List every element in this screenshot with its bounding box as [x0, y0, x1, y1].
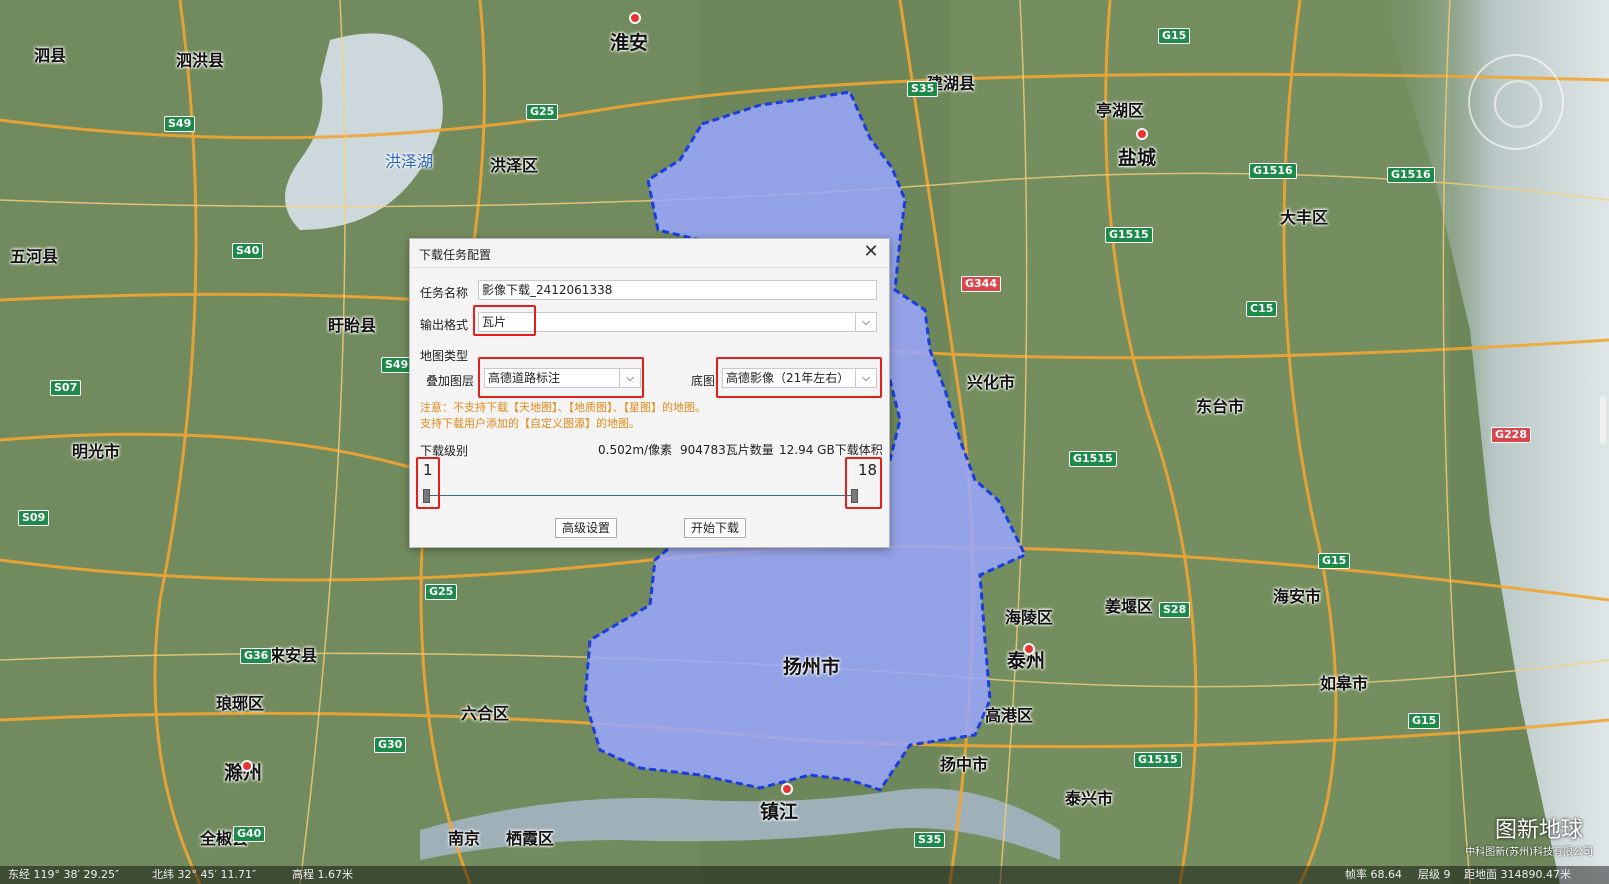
- road-shield: S49: [164, 116, 196, 132]
- road-shield: G25: [425, 584, 458, 600]
- map-label: 五河县: [10, 247, 59, 266]
- task-name-label: 任务名称: [420, 286, 469, 300]
- map-label: 兴化市: [967, 373, 1016, 392]
- map-label: 泗县: [34, 46, 67, 65]
- map-label: 洪泽湖: [385, 152, 434, 171]
- map-label: 镇江: [760, 801, 799, 823]
- compass-widget[interactable]: [1468, 54, 1564, 150]
- city-marker-huaian: [629, 12, 641, 24]
- road-shield: G25: [526, 104, 559, 120]
- elevation-readout: 高程 1.67米: [292, 868, 353, 881]
- road-shield: G15: [1408, 713, 1441, 729]
- map-label: 盐城: [1118, 147, 1157, 169]
- road-shield: G1516: [1249, 163, 1297, 179]
- road-shield: G344: [961, 276, 1001, 292]
- map-label: 泰兴市: [1065, 789, 1114, 808]
- road-shield: G1515: [1105, 227, 1153, 243]
- road-shield: G30: [374, 737, 407, 753]
- map-label: 高港区: [985, 706, 1034, 725]
- resolution-stat: 0.502m/像素: [598, 443, 673, 457]
- city-marker-yancheng: [1136, 128, 1148, 140]
- road-shield: G1516: [1387, 167, 1435, 183]
- map-label: 东台市: [1196, 397, 1245, 416]
- map-label: 洪泽区: [490, 156, 539, 175]
- road-shield: G36: [240, 648, 273, 664]
- latitude-readout: 北纬 32° 45′ 11.71″: [152, 868, 257, 881]
- map-label: 海安市: [1273, 587, 1322, 606]
- dialog-title: 下载任务配置: [419, 248, 492, 262]
- road-shield: G15: [1318, 553, 1351, 569]
- overlay-layer-label: 叠加图层: [426, 374, 475, 388]
- fps-readout: 帧率 68.64: [1345, 868, 1402, 881]
- status-bar: 东经 119° 38′ 29.25″ 北纬 32° 45′ 11.71″ 高程 …: [0, 866, 1609, 884]
- map-label: 盱眙县: [328, 316, 377, 335]
- base-map-highlight: [716, 357, 882, 398]
- road-shield: S07: [50, 380, 82, 396]
- overlay-layer-highlight: [478, 357, 644, 398]
- map-label: 淮安: [610, 32, 649, 54]
- map-label: 如皋市: [1320, 674, 1369, 693]
- city-marker-chuzhou: [241, 760, 253, 772]
- road-shield: S40: [232, 243, 264, 259]
- zoom-scroll-handle[interactable]: [1600, 396, 1606, 444]
- notice-unsupported: 注意：不支持下载【天地图】、【地质图】、【星图】的地图。: [420, 401, 706, 414]
- brand-logo: 图新地球: [1494, 818, 1583, 843]
- road-shield: G40: [233, 826, 266, 842]
- road-shield: G1515: [1069, 451, 1117, 467]
- road-shield: S35: [907, 81, 939, 97]
- road-shield: S09: [18, 510, 50, 526]
- brand-company: 中科图新(苏州)科技有限公司: [1465, 847, 1593, 858]
- base-map-label: 底图: [691, 374, 716, 388]
- road-shield: C15: [1246, 301, 1278, 317]
- title-divider: [410, 267, 889, 268]
- map-type-label: 地图类型: [420, 349, 469, 363]
- city-marker-taizhou: [1023, 643, 1035, 655]
- chevron-down-icon[interactable]: ⌵: [855, 313, 876, 331]
- road-shield: S49: [381, 357, 413, 373]
- download-task-dialog: 下载任务配置 ✕ 任务名称 影像下载_2412061338 输出格式 瓦片 ⌵ …: [409, 238, 890, 548]
- output-format-highlight: [473, 305, 536, 336]
- map-label: 泗洪县: [176, 51, 225, 70]
- map-label: 六合区: [461, 704, 510, 723]
- task-name-input[interactable]: 影像下载_2412061338: [478, 280, 877, 300]
- map-label: 大丰区: [1280, 208, 1329, 227]
- map-label: 亭湖区: [1096, 101, 1145, 120]
- map-label: 姜堰区: [1105, 597, 1154, 616]
- level-slider-track[interactable]: [425, 495, 855, 496]
- download-size-stat: 12.94 GB下载体积: [779, 443, 883, 457]
- distance-readout: 距地面 314890.47米: [1464, 868, 1571, 881]
- map-label: 扬中市: [940, 755, 989, 774]
- map-label: 扬州市: [783, 656, 841, 678]
- map-label: 琅琊区: [216, 694, 265, 713]
- city-marker-zhenjiang: [781, 783, 793, 795]
- level-max-highlight: [845, 457, 882, 509]
- longitude-readout: 东经 119° 38′ 29.25″: [8, 868, 120, 881]
- road-shield: G228: [1491, 427, 1531, 443]
- road-shield: G1515: [1134, 752, 1182, 768]
- output-format-label: 输出格式: [420, 318, 469, 332]
- map-label: 南京: [448, 829, 481, 848]
- road-shield: G15: [1158, 28, 1191, 44]
- level-readout: 层级 9: [1418, 868, 1451, 881]
- map-label: 海陵区: [1005, 608, 1054, 627]
- advanced-settings-button[interactable]: 高级设置: [555, 518, 617, 538]
- road-shield: S28: [1159, 602, 1191, 618]
- road-shield: S35: [914, 832, 946, 848]
- notice-custom-source: 支持下载用户添加的【自定义图源】的地图。: [420, 417, 640, 430]
- map-label: 栖霞区: [506, 829, 555, 848]
- close-icon[interactable]: ✕: [861, 241, 881, 263]
- level-min-highlight: [416, 457, 440, 509]
- output-format-select[interactable]: 瓦片 ⌵: [478, 312, 877, 332]
- start-download-button[interactable]: 开始下载: [684, 518, 746, 538]
- map-label: 来安县: [269, 646, 318, 665]
- map-label: 明光市: [72, 442, 121, 461]
- tile-count-stat: 904783瓦片数量: [680, 443, 774, 457]
